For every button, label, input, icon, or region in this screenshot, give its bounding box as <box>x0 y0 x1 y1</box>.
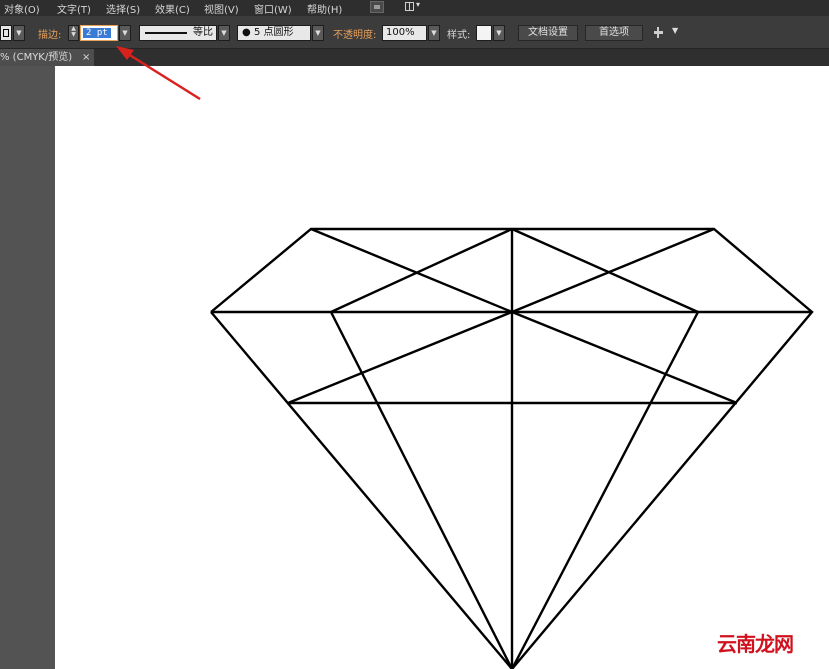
stroke-label: 描边: <box>38 30 62 41</box>
stroke-weight-dropdown-arrow-icon[interactable]: ▼ <box>119 25 131 41</box>
style-dropdown-arrow-icon[interactable]: ▼ <box>493 25 505 41</box>
brush-label: 5 点圆形 <box>254 27 294 38</box>
menu-bar: 对象(O) 文字(T) 选择(S) 效果(C) 视图(V) 窗口(W) 帮助(H… <box>0 0 829 16</box>
menu-window[interactable]: 窗口(W) <box>254 1 292 16</box>
profile-label: 等比 <box>193 27 213 38</box>
stroke-weight-input[interactable]: 2 pt <box>80 25 118 41</box>
document-setup-button[interactable]: 文档设置 <box>518 25 578 41</box>
pavilion-line <box>511 310 738 405</box>
pavilion-line <box>287 310 513 405</box>
pavilion-line <box>510 311 700 669</box>
menu-effect[interactable]: 效果(C) <box>155 1 190 16</box>
document-tab-title: % (CMYK/预览) <box>0 52 73 63</box>
menu-select[interactable]: 选择(S) <box>106 1 140 16</box>
menu-type[interactable]: 文字(T) <box>57 1 91 16</box>
brush-dropdown-arrow-icon[interactable]: ▼ <box>312 25 324 41</box>
variable-width-profile[interactable]: 等比 <box>139 25 217 41</box>
control-bar: ▼ 描边: ▲ ▼ 2 pt ▼ 等比 ▼ ● 5 点圆形 ▼ 不透明度: 10… <box>0 16 829 49</box>
stepper-down-icon[interactable]: ▼ <box>69 32 78 38</box>
menu-view[interactable]: 视图(V) <box>204 1 239 16</box>
stroke-weight-value: 2 pt <box>83 28 111 38</box>
opacity-value: 100% <box>386 27 415 38</box>
align-options-icon[interactable] <box>652 27 666 39</box>
menu-object[interactable]: 对象(O) <box>4 1 40 16</box>
fill-swatch[interactable] <box>0 25 12 41</box>
opacity-input[interactable]: 100% <box>382 25 427 41</box>
watermark-text: 云南龙网 <box>717 632 794 656</box>
profile-dropdown-arrow-icon[interactable]: ▼ <box>218 25 230 41</box>
artboard[interactable] <box>55 66 829 669</box>
brush-definition[interactable]: ● 5 点圆形 <box>237 25 311 41</box>
fill-dropdown-arrow-icon[interactable]: ▼ <box>13 25 25 41</box>
pavilion-line <box>329 311 514 669</box>
control-panel-menu-icon[interactable]: ▼ <box>672 26 678 35</box>
opacity-label: 不透明度: <box>333 30 377 41</box>
brush-dot-icon: ● <box>242 27 251 38</box>
opacity-dropdown-arrow-icon[interactable]: ▼ <box>428 25 440 41</box>
close-icon[interactable]: × <box>82 49 90 66</box>
diamond-wireframe-icon[interactable] <box>55 66 829 669</box>
menu-help[interactable]: 帮助(H) <box>307 1 342 16</box>
stroke-stepper[interactable]: ▲ ▼ <box>68 25 79 41</box>
style-label: 样式: <box>447 30 471 41</box>
graphic-style-swatch[interactable] <box>476 25 492 41</box>
crown-line <box>310 227 513 314</box>
arrange-documents-icon[interactable]: ▾ <box>403 0 423 13</box>
preferences-button[interactable]: 首选项 <box>585 25 643 41</box>
document-tab-bar: % (CMYK/预览) × <box>0 49 829 66</box>
document-tab[interactable]: % (CMYK/预览) × <box>0 49 94 66</box>
bridge-icon[interactable] <box>370 1 384 13</box>
profile-line-icon <box>145 32 187 34</box>
